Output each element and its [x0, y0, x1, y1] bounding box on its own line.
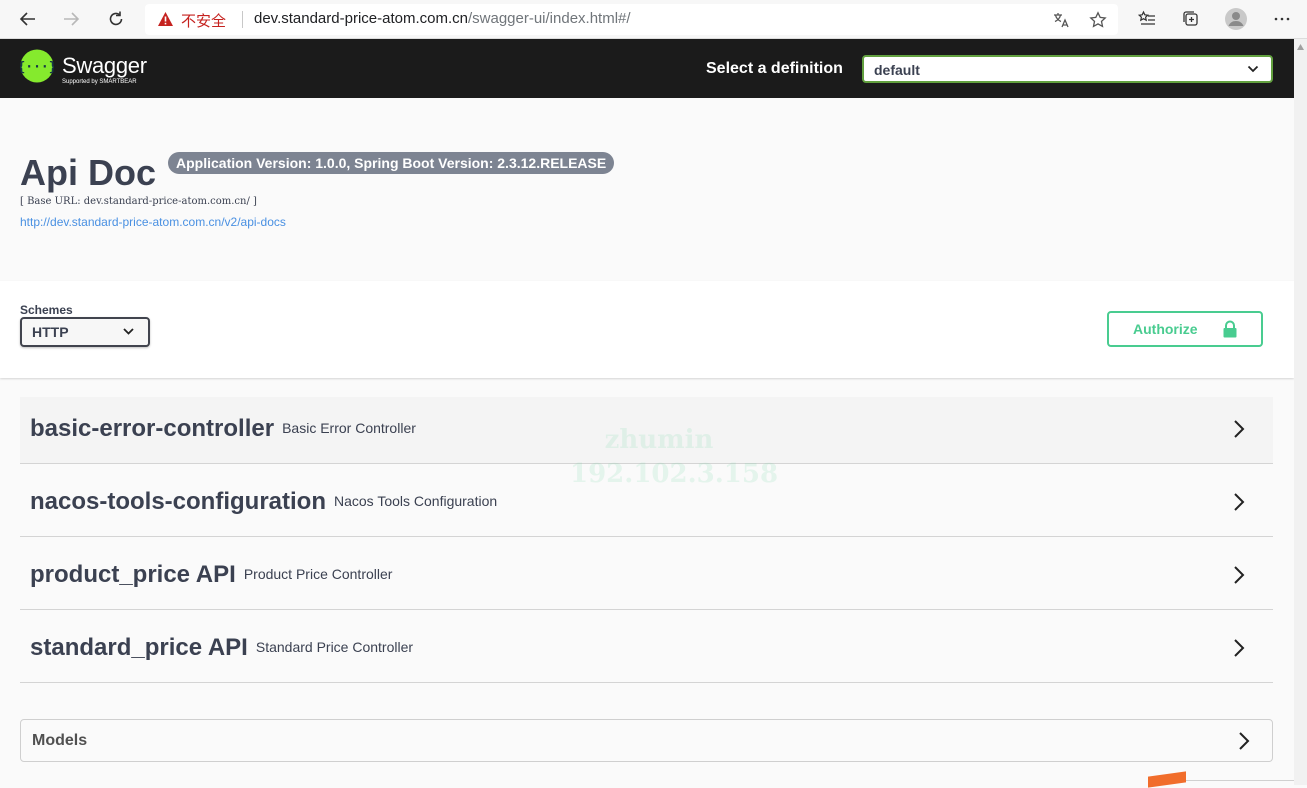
insecure-label: 不安全 [181, 12, 227, 30]
url-path: /swagger-ui/index.html#/ [467, 10, 631, 27]
chevron-right-icon[interactable] [1233, 419, 1245, 439]
tag-section[interactable]: standard_price API Standard Price Control… [20, 616, 1273, 683]
browser-toolbar: 不安全 dev.standard-price-atom.com.cn/swagg… [0, 0, 1307, 39]
tag-name: product_price API [30, 561, 236, 588]
corner-line [1186, 780, 1294, 781]
page-title: Api Doc [20, 152, 157, 193]
tag-description: Nacos Tools Configuration [334, 493, 498, 509]
favorite-star-button[interactable] [1088, 10, 1108, 30]
chevron-right-icon[interactable] [1233, 638, 1245, 658]
definition-select[interactable]: default [862, 55, 1273, 83]
arrow-right-icon [64, 12, 80, 26]
swagger-logo-icon: {···} [20, 49, 54, 83]
chevron-down-icon [123, 328, 134, 335]
chevron-right-icon[interactable] [1233, 565, 1245, 585]
logo-subtext: Supported by SMARTBEAR [62, 79, 137, 85]
api-info: Api Doc Application Version: 1.0.0, Spri… [0, 98, 1294, 281]
translate-icon [1054, 13, 1069, 28]
tag-section[interactable]: nacos-tools-configuration Nacos Tools Con… [20, 470, 1273, 537]
address-bar[interactable]: 不安全 dev.standard-price-atom.com.cn/swagg… [145, 4, 1118, 35]
corner-decoration [1148, 771, 1186, 788]
authorize-label: Authorize [1133, 321, 1198, 337]
authorize-button[interactable]: Authorize [1107, 311, 1263, 347]
reload-button[interactable] [104, 7, 128, 31]
url-text: dev.standard-price-atom.com.cn/swagger-u… [254, 10, 631, 27]
scheme-container: Schemes HTTP Authorize [0, 281, 1294, 378]
star-icon [1089, 11, 1107, 28]
tag-section[interactable]: product_price API Product Price Controlle… [20, 543, 1273, 610]
swagger-logo[interactable]: {···} Swagger Supported by SMARTBEAR [20, 49, 147, 85]
chevron-right-icon[interactable] [1238, 731, 1250, 751]
collections-icon [1183, 11, 1198, 26]
definition-value: default [874, 62, 920, 78]
chevron-down-icon [1247, 65, 1259, 73]
forward-button[interactable] [59, 7, 83, 31]
profile-button[interactable] [1224, 7, 1248, 31]
scrollbar[interactable] [1294, 39, 1307, 785]
tag-title: product_price API Product Price Controlle… [30, 561, 392, 589]
version-badge: Application Version: 1.0.0, Spring Boot … [168, 152, 615, 174]
models-label: Models [32, 732, 88, 749]
back-button[interactable] [16, 7, 40, 31]
url-host: dev.standard-price-atom.com.cn [254, 10, 468, 27]
address-divider [242, 11, 243, 28]
models-section[interactable]: Models [20, 719, 1273, 762]
schemes-value: HTTP [32, 324, 69, 340]
more-menu-button[interactable] [1270, 7, 1294, 31]
tag-name: basic-error-controller [30, 415, 275, 442]
schemes-label: Schemes [20, 303, 73, 317]
tag-title: standard_price API Standard Price Control… [30, 634, 413, 662]
scroll-up-icon[interactable] [1297, 43, 1304, 51]
tag-description: Standard Price Controller [255, 639, 414, 655]
svg-text:{···}: {···} [20, 60, 54, 75]
tag-title: basic-error-controller Basic Error Contro… [30, 415, 416, 443]
definition-label: Select a definition [706, 60, 843, 77]
arrow-left-icon [19, 12, 35, 26]
schemes-select[interactable]: HTTP [20, 317, 150, 347]
base-url: [ Base URL: dev.standard-price-atom.com.… [20, 196, 257, 207]
refresh-icon [109, 11, 123, 26]
more-icon [1274, 17, 1290, 21]
favorites-list-icon [1138, 10, 1155, 25]
tag-section[interactable]: basic-error-controller Basic Error Contro… [20, 397, 1273, 464]
collections-button[interactable] [1179, 7, 1203, 31]
swagger-topbar: {···} Swagger Supported by SMARTBEAR Sel… [0, 39, 1294, 98]
chevron-right-icon[interactable] [1233, 492, 1245, 512]
tag-name: nacos-tools-configuration [30, 488, 326, 515]
logo-text: Swagger [62, 53, 147, 78]
translate-button[interactable] [1051, 10, 1071, 30]
api-docs-link[interactable]: http://dev.standard-price-atom.com.cn/v2… [20, 215, 286, 229]
warning-icon [158, 12, 173, 26]
tag-name: standard_price API [30, 634, 248, 661]
avatar-icon [1225, 8, 1247, 30]
favorites-button[interactable] [1135, 7, 1159, 31]
tag-description: Product Price Controller [243, 566, 393, 582]
tag-description: Basic Error Controller [282, 420, 416, 436]
lock-icon [1223, 320, 1237, 338]
tag-title: nacos-tools-configuration Nacos Tools Con… [30, 488, 497, 516]
